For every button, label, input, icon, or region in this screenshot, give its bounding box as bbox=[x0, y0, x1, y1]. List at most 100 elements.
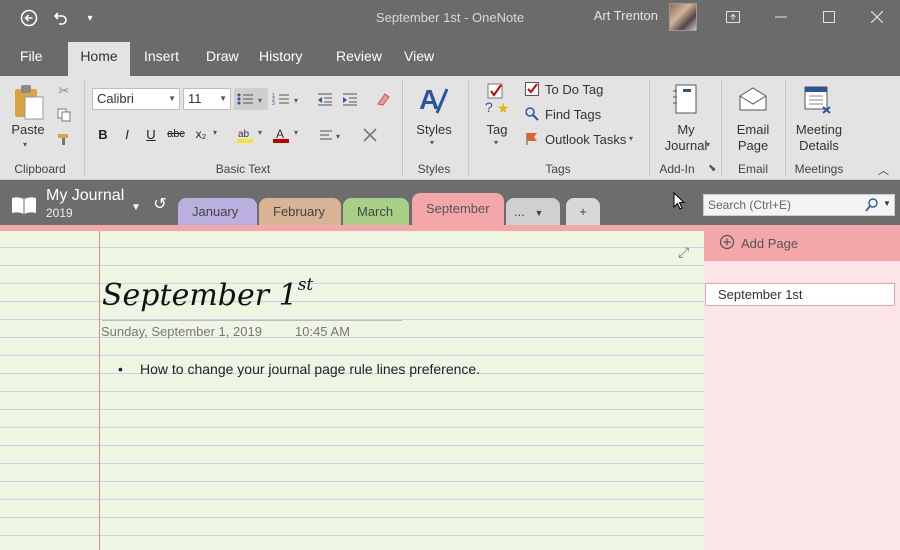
add-section-button[interactable]: + bbox=[566, 198, 600, 225]
group-label-email: Email bbox=[737, 162, 768, 176]
divider bbox=[402, 80, 403, 176]
expand-page-icon[interactable]: ⤢ bbox=[678, 244, 689, 261]
section-tab-january[interactable]: January bbox=[178, 198, 257, 225]
format-painter-icon[interactable] bbox=[55, 130, 73, 148]
tag-icon[interactable]: ? ★ bbox=[482, 82, 512, 116]
chevron-down-icon[interactable]: ▾ bbox=[258, 128, 262, 137]
paste-icon[interactable] bbox=[12, 82, 46, 122]
group-label-add-in: Add-In bbox=[659, 162, 695, 176]
page-title[interactable]: September 1st bbox=[102, 275, 313, 313]
chevron-down-icon: ▼ bbox=[534, 208, 544, 218]
add-circle-icon[interactable] bbox=[719, 234, 735, 250]
highlight-icon[interactable]: ab bbox=[234, 124, 256, 146]
chevron-down-icon[interactable]: ▾ bbox=[706, 140, 710, 149]
close-icon[interactable] bbox=[862, 4, 892, 30]
chevron-down-icon[interactable]: ▾ bbox=[294, 128, 298, 137]
strikethrough-button[interactable]: abc bbox=[165, 124, 187, 144]
chevron-down-icon: ▼ bbox=[168, 94, 176, 103]
group-label-meetings: Meetings bbox=[794, 162, 844, 176]
add-page-label[interactable]: Add Page bbox=[741, 236, 798, 251]
tab-insert[interactable]: Insert bbox=[132, 42, 191, 76]
copy-icon[interactable] bbox=[55, 106, 73, 124]
collapse-ribbon-icon[interactable]: ︿ bbox=[878, 162, 889, 178]
bullet-icon: • bbox=[118, 361, 123, 377]
chevron-down-icon[interactable]: ▾ bbox=[629, 134, 633, 143]
font-name-value: Calibri bbox=[97, 91, 134, 106]
cut-icon[interactable]: ✂ bbox=[55, 82, 73, 100]
italic-button[interactable]: I bbox=[118, 124, 136, 144]
section-tab-march[interactable]: March bbox=[343, 198, 409, 225]
paste-button[interactable]: Paste bbox=[10, 122, 46, 138]
email-page-button[interactable]: Email Page bbox=[727, 122, 779, 154]
underline-button[interactable]: U bbox=[142, 124, 160, 144]
find-tags-icon[interactable] bbox=[524, 106, 540, 122]
divider bbox=[84, 80, 85, 176]
bold-button[interactable]: B bbox=[94, 124, 112, 144]
page-header-strip bbox=[0, 225, 704, 231]
meeting-details-button[interactable]: Meeting Details bbox=[791, 122, 847, 154]
tab-home[interactable]: Home bbox=[68, 42, 130, 76]
styles-button[interactable]: Styles bbox=[410, 122, 458, 138]
avatar[interactable] bbox=[669, 3, 697, 31]
chevron-down-icon[interactable]: ▾ bbox=[213, 128, 217, 137]
tab-history[interactable]: History bbox=[247, 42, 315, 76]
font-name-combo[interactable]: Calibri ▼ bbox=[92, 88, 180, 110]
svg-text:ab: ab bbox=[238, 129, 250, 140]
tab-file[interactable]: File bbox=[8, 42, 55, 76]
subscript-button[interactable]: x₂ bbox=[190, 124, 212, 144]
font-color-icon[interactable]: A bbox=[270, 124, 292, 146]
styles-icon[interactable]: A bbox=[416, 82, 452, 118]
search-scope-dropdown-icon[interactable]: ▼ bbox=[883, 199, 891, 208]
section-tab-september[interactable]: September bbox=[412, 193, 504, 225]
pages-panel bbox=[704, 225, 900, 550]
quick-access-dropdown-icon[interactable]: ▾ bbox=[78, 6, 102, 30]
minimize-icon[interactable] bbox=[766, 4, 796, 30]
paste-dropdown-icon[interactable]: ▾ bbox=[23, 140, 27, 149]
bullets-button[interactable]: ▾ bbox=[234, 88, 268, 110]
tab-view[interactable]: View bbox=[392, 42, 446, 76]
numbering-button[interactable]: 1 2 3 ▾ bbox=[270, 88, 304, 110]
to-do-tag-button[interactable]: To Do Tag bbox=[545, 82, 603, 97]
page-list-item[interactable]: September 1st bbox=[705, 283, 895, 306]
notebook-dropdown-icon[interactable]: ▼ bbox=[131, 202, 141, 213]
notebook-icon[interactable] bbox=[10, 194, 38, 216]
checkbox-icon[interactable] bbox=[524, 81, 540, 97]
group-label-basic-text: Basic Text bbox=[215, 162, 271, 176]
group-label-clipboard: Clipboard bbox=[14, 162, 66, 176]
svg-text:A: A bbox=[276, 127, 284, 141]
outlook-tasks-button[interactable]: Outlook Tasks bbox=[545, 132, 626, 147]
clear-formatting-icon[interactable] bbox=[372, 88, 394, 110]
ribbon-tabs: File Home Insert Draw History Review Vie… bbox=[0, 36, 900, 76]
chevron-down-icon[interactable]: ▾ bbox=[494, 138, 498, 147]
increase-indent-icon[interactable] bbox=[339, 88, 361, 110]
section-tab-february[interactable]: February bbox=[259, 198, 341, 225]
maximize-icon[interactable] bbox=[814, 4, 844, 30]
tab-draw[interactable]: Draw bbox=[194, 42, 251, 76]
decrease-indent-icon[interactable] bbox=[314, 88, 336, 110]
journal-icon[interactable] bbox=[671, 82, 701, 118]
dialog-launcher-icon[interactable]: ⬊ bbox=[708, 163, 716, 174]
delete-icon[interactable] bbox=[359, 124, 381, 146]
tag-button[interactable]: Tag bbox=[478, 122, 516, 138]
user-name[interactable]: Art Trenton bbox=[594, 8, 658, 23]
svg-text:3: 3 bbox=[272, 101, 275, 106]
more-sections-label: ... bbox=[514, 204, 525, 219]
notebook-name[interactable]: My Journal bbox=[46, 187, 124, 205]
page-canvas[interactable] bbox=[0, 225, 704, 550]
font-size-combo[interactable]: 11 ▼ bbox=[183, 88, 231, 110]
paragraph-alignment-icon[interactable]: ▾ bbox=[316, 124, 346, 146]
undo-icon[interactable] bbox=[48, 6, 72, 30]
ribbon-display-options-icon[interactable] bbox=[718, 4, 748, 30]
my-journal-button[interactable]: My Journal bbox=[656, 122, 716, 154]
email-icon[interactable] bbox=[737, 84, 769, 114]
search-icon[interactable] bbox=[864, 197, 880, 213]
meeting-details-icon[interactable] bbox=[802, 82, 834, 116]
tab-review[interactable]: Review bbox=[324, 42, 394, 76]
find-tags-button[interactable]: Find Tags bbox=[545, 107, 601, 122]
list-item[interactable]: • How to change your journal page rule li… bbox=[118, 361, 480, 377]
chevron-down-icon[interactable]: ▾ bbox=[430, 138, 434, 147]
flag-icon[interactable] bbox=[524, 131, 540, 147]
more-sections-tab[interactable]: ... ▼ bbox=[506, 198, 560, 225]
back-arrow-icon[interactable] bbox=[17, 6, 41, 30]
sync-icon[interactable]: ↺ bbox=[150, 194, 170, 214]
